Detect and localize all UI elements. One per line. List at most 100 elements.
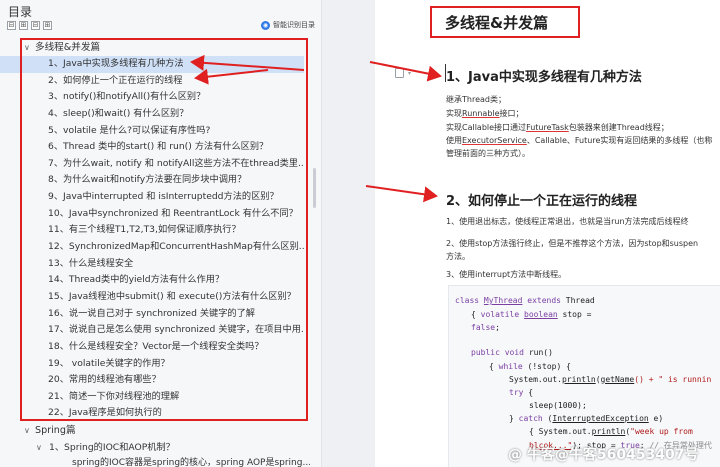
toc-item[interactable]: 9、Java中interrupted 和 isInterruptedd方法的区别… <box>0 189 304 206</box>
text-span: 、Callable、Future实现有返回结果的多线程（也称 <box>526 136 713 145</box>
para-line: 实现Callable接口通过FutureTask包装器来创建Thread线程； <box>446 122 669 134</box>
toc-item[interactable]: 7、为什么wait, notify 和 notifyAll这些方法不在threa… <box>0 156 304 173</box>
toc-item-active[interactable]: 1、Java中实现多线程有几种方法 <box>0 56 304 73</box>
heading-2: 2、如何停止一个正在运行的线程 <box>446 194 638 209</box>
toc-item[interactable]: 17、说说自己是怎么使用 synchronized 关键字，在项目中用... <box>0 322 304 339</box>
toc-item[interactable]: 12、SynchronizedMap和ConcurrentHashMap有什么区… <box>0 239 304 256</box>
code-token: try <box>509 388 529 397</box>
toc-item[interactable]: 3、notify()和notifyAll()有什么区别？ <box>0 89 304 106</box>
document-gutter <box>322 0 375 467</box>
text-span: ExecutorService <box>462 136 527 145</box>
toc-subsection-label: 1、Spring的IOC和AOP机制？ <box>49 442 175 454</box>
code-token: catch <box>518 414 548 423</box>
code-token: void <box>504 348 529 357</box>
code-line: try { <box>509 388 533 397</box>
code-token: public <box>471 348 505 357</box>
expand-all-icon[interactable]: ⊞ <box>19 21 28 30</box>
collapse-all-icon[interactable]: ⊟ <box>7 21 16 30</box>
code-line: { System.out.println("week up from <box>529 427 693 436</box>
toc-item[interactable]: 14、Thread类中的yield方法有什么作用？ <box>0 272 304 289</box>
toc-item[interactable]: 20、常用的线程池有哪些？ <box>0 372 304 389</box>
text-span: Runnable <box>462 109 500 118</box>
toc-item[interactable]: 13、什么是线程安全 <box>0 256 304 273</box>
code-line: } catch (InterruptedException e) <box>509 414 663 423</box>
chevron-down-icon[interactable]: ∨ <box>24 422 30 439</box>
chevron-down-icon[interactable]: ∨ <box>24 39 30 56</box>
toc-item[interactable]: 15、Java线程池中submit() 和 execute()方法有什么区别？ <box>0 289 304 306</box>
code-token: e) <box>648 414 664 423</box>
text-span: 实现Callable接口通过 <box>446 123 527 132</box>
toc-toolbar: ⊟ ⊞ ⊟ ⊞ <box>7 21 52 30</box>
code-token: getName <box>600 375 635 384</box>
code-line: false; <box>471 323 500 332</box>
code-token: ; <box>495 323 500 332</box>
heading-1: 1、Java中实现多线程有几种方法 <box>446 70 642 85</box>
code-line: sleep(1000); <box>529 401 587 410</box>
code-token: while <box>498 362 528 371</box>
para-line: 1、使用退出标志，使线程正常退出，也就是当run方法完成后线程终 <box>446 217 689 226</box>
smart-toc-label: 智能识别目录 <box>273 21 315 29</box>
code-block: class MyThread extends Thread { volatile… <box>448 285 720 467</box>
toc-item[interactable]: 22、Java程序是如何执行的 <box>0 405 304 422</box>
toc-section-spring[interactable]: ∨ Spring篇 <box>0 422 321 439</box>
toc-item[interactable]: 18、什么是线程安全？Vector是一个线程安全类吗？ <box>0 339 304 356</box>
toc-item[interactable]: 8、为什么wait和notify方法要在同步块中调用？ <box>0 172 304 189</box>
code-token: volatile <box>480 310 524 319</box>
code-token: { System.out. <box>529 427 592 436</box>
page-title: 多线程&并发篇 <box>445 14 549 32</box>
text-span: FutureTask <box>526 123 569 132</box>
code-token: "week up from <box>630 427 693 436</box>
text-span: 实现 <box>446 109 462 118</box>
code-token: { <box>528 388 534 397</box>
toc-subsection[interactable]: ∨ 1、Spring的IOC和AOP机制？ <box>0 439 321 456</box>
toc-scrollbar[interactable] <box>313 168 316 208</box>
code-token: { <box>471 310 481 319</box>
code-token: extends <box>522 296 566 305</box>
para-line: 管理前面的三种方式）。 <box>446 149 530 158</box>
toc-subitem[interactable]: spring的IOC容器是spring的核心，spring AOP是spring… <box>0 456 310 467</box>
text-span: 接口； <box>499 109 524 118</box>
smart-toc-button[interactable]: ◉ 智能识别目录 <box>261 20 315 30</box>
toc-panel: 目录 ⊟ ⊞ ⊟ ⊞ ◉ 智能识别目录 ∨ 多线程&并发篇 1、Java中实现多… <box>0 0 322 467</box>
code-token: run() <box>528 348 553 357</box>
code-token: () + " is runnin <box>634 375 712 384</box>
toc-item[interactable]: 2、如何停止一个正在运行的线程 <box>0 73 304 90</box>
collapse-level-icon[interactable]: ⊟ <box>31 21 40 30</box>
toc-item[interactable]: 5、volatile 是什么?可以保证有序性吗? <box>0 123 304 140</box>
code-line: { while (!stop) { <box>489 362 571 371</box>
text-span: 使用 <box>446 136 462 145</box>
text-span: 包装器来创建Thread线程； <box>568 123 669 132</box>
code-token: { <box>489 362 499 371</box>
toc-item[interactable]: 11、有三个线程T1,T2,T3,如何保证顺序执行？ <box>0 222 304 239</box>
para-line: 继承Thread类； <box>446 95 506 104</box>
code-token: } <box>509 414 519 423</box>
caret-down-icon[interactable]: ▾ <box>408 70 411 77</box>
toc-title: 目录 <box>8 5 33 19</box>
toc-item[interactable]: 19、 volatile关键字的作用？ <box>0 356 304 373</box>
toc-section-concurrency[interactable]: ∨ 多线程&并发篇 <box>0 39 321 56</box>
code-line: public void run() <box>471 348 553 357</box>
expand-level-icon[interactable]: ⊞ <box>43 21 52 30</box>
para-line: 实现Runnable接口； <box>446 108 524 120</box>
code-token: Thread <box>565 296 595 305</box>
toc-item[interactable]: 21、简述一下你对线程池的理解 <box>0 389 304 406</box>
toc-list: ∨ 多线程&并发篇 1、Java中实现多线程有几种方法 2、如何停止一个正在运行… <box>0 39 321 467</box>
toc-item[interactable]: 16、说一说自己对于 synchronized 关键字的了解 <box>0 306 304 323</box>
code-token: InterruptedException <box>552 414 649 423</box>
code-line: System.out.println(getName() + " is runn… <box>509 375 711 384</box>
toc-section-label: 多线程&并发篇 <box>35 42 101 53</box>
watermark: @ 牛客@牛客560453407号 <box>508 447 699 463</box>
toc-item[interactable]: 4、sleep()和wait() 有什么区别？ <box>0 106 304 123</box>
toc-item[interactable]: 10、Java中synchronized 和 ReentrantLock 有什么… <box>0 206 304 223</box>
code-token: System.out. <box>509 375 562 384</box>
paragraph-icon[interactable] <box>395 68 404 78</box>
code-line: class MyThread extends Thread <box>455 296 595 305</box>
code-token: (!stop) { <box>527 362 571 371</box>
document-pane: 多线程&并发篇 ▾ 1、Java中实现多线程有几种方法 继承Thread类； 实… <box>375 0 720 467</box>
chevron-down-icon[interactable]: ∨ <box>36 439 42 456</box>
para-line: 方法。 <box>446 252 470 261</box>
toc-item[interactable]: 6、Thread 类中的start() 和 run() 方法有什么区别？ <box>0 139 304 156</box>
code-token: false <box>471 323 496 332</box>
para-line: 2、使用stop方法强行终止，但是不推荐这个方法，因为stop和suspen <box>446 239 699 248</box>
code-token: boolean <box>524 310 558 319</box>
